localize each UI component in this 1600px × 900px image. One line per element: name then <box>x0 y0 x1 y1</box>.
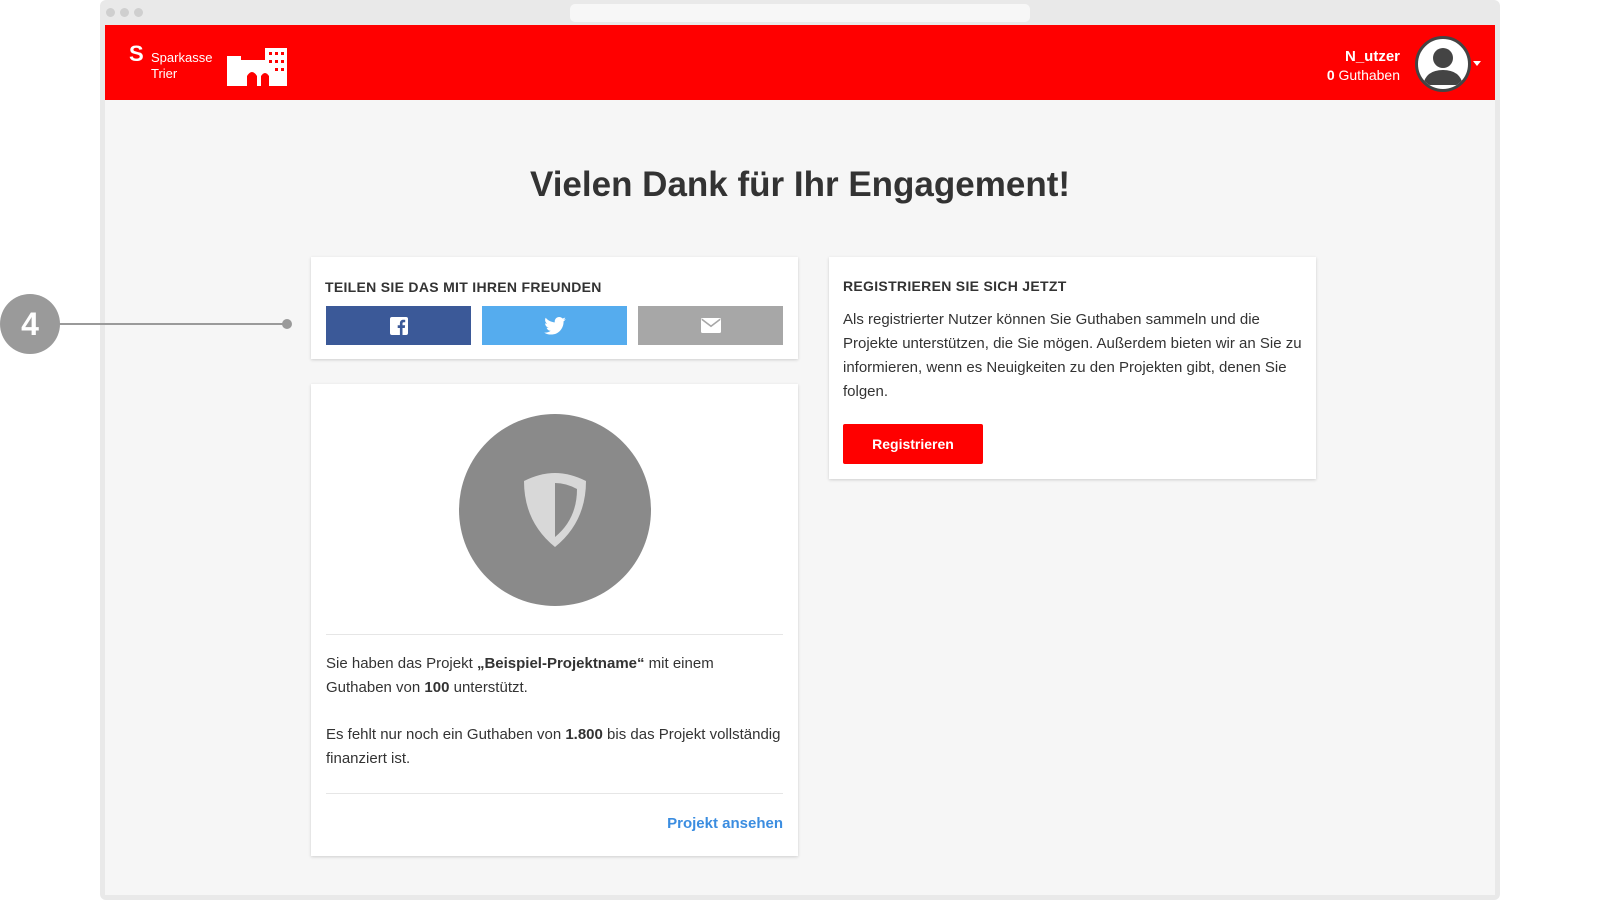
funding-remaining: Es fehlt nur noch ein Guthaben von 1.800… <box>326 723 781 771</box>
address-bar[interactable] <box>570 4 1030 22</box>
window-dot[interactable] <box>134 8 143 17</box>
register-button[interactable]: Registrieren <box>843 424 983 464</box>
project-card: Sie haben das Projekt „Beispiel-Projektn… <box>311 384 798 856</box>
register-heading: REGISTRIEREN SIE SICH JETZT <box>843 278 1067 294</box>
brand-name-line2: Trier <box>151 66 178 81</box>
window-dot[interactable] <box>106 8 115 17</box>
support-amount: 100 <box>424 679 450 696</box>
remaining-amount: 1.800 <box>565 726 603 743</box>
support-confirmation: Sie haben das Projekt „Beispiel-Projektn… <box>326 652 781 700</box>
window-dot[interactable] <box>120 8 129 17</box>
divider <box>326 634 783 635</box>
browser-window: S Sparkasse Trier N_utzer 0 Guthaben Vie… <box>100 0 1500 900</box>
shield-icon <box>524 473 586 547</box>
annotation-line-end <box>282 319 292 329</box>
credit-value: 0 <box>1326 67 1335 83</box>
credit-label: Guthaben <box>1338 67 1401 83</box>
project-name: „Beispiel-Projektname“ <box>476 655 645 672</box>
top-navigation-bar: S Sparkasse Trier N_utzer 0 Guthaben <box>105 25 1495 100</box>
remaining-text-start: Es fehlt nur noch ein Guthaben von <box>326 726 566 743</box>
facebook-icon <box>389 316 408 335</box>
porta-nigra-castle-icon[interactable] <box>227 46 287 86</box>
window-controls <box>106 8 143 17</box>
share-facebook-button[interactable] <box>326 306 471 345</box>
share-card: TEILEN SIE DAS MIT IHREN FREUNDEN <box>311 257 798 359</box>
register-description: Als registrierter Nutzer können Sie Guth… <box>843 311 1302 400</box>
register-card: REGISTRIEREN SIE SICH JETZT Als registri… <box>829 257 1316 479</box>
email-icon <box>700 318 721 333</box>
annotation-line <box>58 323 286 325</box>
chevron-down-icon[interactable] <box>1473 61 1481 66</box>
share-heading: TEILEN SIE DAS MIT IHREN FREUNDEN <box>325 279 602 295</box>
project-summary: Sie haben das Projekt „Beispiel-Projektn… <box>326 652 781 794</box>
user-avatar[interactable] <box>1415 36 1471 92</box>
share-email-button[interactable] <box>638 306 783 345</box>
project-image <box>459 414 651 606</box>
page-title: Vielen Dank für Ihr Engagement! <box>529 165 1071 204</box>
brand-name-line1: Sparkasse <box>151 50 213 65</box>
support-text-end: unterstützt. <box>449 679 528 696</box>
brand-name[interactable]: Sparkasse Trier <box>151 50 212 82</box>
user-name[interactable]: N_utzer <box>1345 48 1400 65</box>
page-viewport: S Sparkasse Trier N_utzer 0 Guthaben Vie… <box>105 25 1495 895</box>
view-project-link[interactable]: Projekt ansehen <box>667 815 783 832</box>
sparkasse-logo-symbol[interactable]: S <box>129 43 144 65</box>
twitter-icon <box>543 316 566 335</box>
support-text-start: Sie haben das Projekt <box>326 655 477 672</box>
share-twitter-button[interactable] <box>482 306 627 345</box>
annotation-marker: 4 <box>0 294 60 354</box>
user-credit: 0 Guthaben <box>1327 67 1400 83</box>
user-avatar-icon <box>1423 48 1463 85</box>
divider <box>326 793 783 794</box>
